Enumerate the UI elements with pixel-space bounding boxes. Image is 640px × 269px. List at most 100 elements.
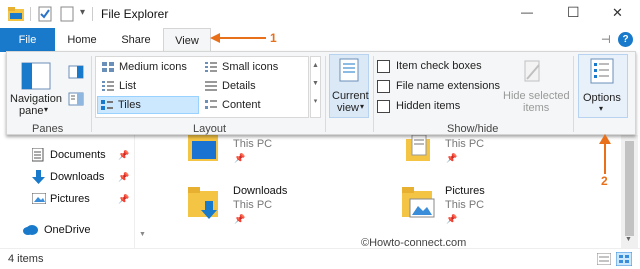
details-view-icon[interactable] — [597, 253, 611, 265]
layout-medium-icons[interactable]: Medium icons — [99, 59, 199, 75]
tab-file[interactable]: File — [0, 28, 55, 52]
panes-group-label: Panes — [32, 123, 64, 135]
navigation-pane: Documents 📌 Downloads 📌 Pictures 📌 OneDr… — [0, 135, 138, 248]
annotation-arrow-left-icon — [210, 33, 266, 43]
layout-group-label: Layout — [193, 123, 227, 135]
annotation-label-1: 1 — [270, 31, 277, 45]
downloads-icon — [32, 170, 45, 184]
file-name-extensions-checkbox[interactable] — [377, 80, 390, 93]
tile-location: This PC — [445, 138, 485, 150]
layout-list[interactable]: List — [99, 78, 199, 94]
layout-tiles[interactable]: Tiles — [97, 96, 199, 114]
new-folder-icon[interactable] — [60, 6, 74, 22]
folder-icon[interactable] — [8, 7, 24, 21]
current-view-icon — [339, 58, 359, 82]
tile-desktop[interactable] — [188, 135, 218, 163]
group-separator — [91, 56, 92, 132]
nav-item-onedrive[interactable]: OneDrive — [22, 220, 90, 240]
hidden-items-label[interactable]: Hidden items — [396, 100, 460, 112]
minimize-button[interactable]: — — [521, 5, 533, 19]
annotation-label-2: 2 — [601, 174, 608, 188]
navigation-pane-label-2[interactable]: pane — [19, 105, 43, 117]
navigation-pane-dropdown-icon[interactable]: ▾ — [44, 105, 48, 114]
hide-selected-items-icon — [524, 60, 540, 82]
details-pane-icon[interactable] — [68, 92, 84, 106]
small-icons-icon — [205, 62, 217, 72]
file-name-extensions-label[interactable]: File name extensions — [396, 80, 500, 92]
toolbar-divider — [92, 7, 93, 21]
hide-selected-items-label-2[interactable]: items — [523, 102, 549, 114]
desktop-folder-icon — [188, 135, 218, 161]
layout-content[interactable]: Content — [202, 97, 302, 113]
showhide-group-label: Show/hide — [447, 123, 499, 135]
group-separator — [573, 56, 574, 132]
pictures-icon — [32, 193, 46, 204]
status-bar: 4 items — [0, 248, 640, 269]
current-view-label-1: Current — [332, 90, 369, 102]
tile-downloads[interactable] — [188, 187, 222, 221]
layout-gallery-scroll[interactable]: ▲ ▼ ▾ — [310, 56, 321, 118]
title-bar: ▾ File Explorer — ☐ ✕ — [0, 0, 640, 28]
nav-item-downloads[interactable]: Downloads — [32, 167, 104, 187]
tile-documents[interactable] — [406, 134, 432, 163]
options-label: Options — [583, 92, 621, 104]
preview-pane-icon[interactable] — [68, 65, 84, 79]
pictures-folder-icon — [402, 187, 435, 218]
current-view-dropdown-icon: ▾ — [360, 102, 365, 111]
downloads-folder-icon — [188, 187, 218, 219]
details-icon — [205, 81, 217, 91]
item-check-boxes-label[interactable]: Item check boxes — [396, 60, 482, 72]
nav-item-documents[interactable]: Documents — [32, 145, 106, 165]
close-button[interactable]: ✕ — [612, 5, 623, 21]
file-content-area: This PC 📌 This PC 📌 Downloads This PC 📌 … — [146, 134, 621, 249]
tab-home[interactable]: Home — [57, 28, 107, 52]
large-icons-view-icon[interactable] — [616, 252, 632, 266]
expand-ribbon-icon[interactable]: ⊣ — [601, 33, 611, 46]
pin-icon[interactable]: 📌 — [234, 153, 245, 164]
content-icon — [205, 100, 217, 109]
tile-location: This PC — [233, 138, 273, 150]
group-separator — [325, 56, 326, 132]
pin-icon[interactable]: 📌 — [446, 153, 457, 164]
layout-details[interactable]: Details — [202, 78, 302, 94]
layout-content-label: Content — [222, 99, 261, 111]
pin-icon[interactable]: 📌 — [118, 172, 129, 183]
item-count: 4 items — [8, 253, 44, 265]
hidden-items-checkbox[interactable] — [377, 100, 390, 113]
scrollbar-thumb[interactable] — [625, 141, 634, 236]
documents-icon — [32, 148, 44, 162]
window-title: File Explorer — [101, 7, 169, 21]
documents-folder-icon — [406, 134, 430, 161]
help-icon[interactable]: ? — [618, 32, 633, 47]
layout-details-label: Details — [222, 80, 256, 92]
pin-icon[interactable]: 📌 — [118, 150, 129, 161]
navigation-pane-label-1[interactable]: Navigation — [10, 93, 62, 105]
customize-quick-access-icon[interactable]: ▾ — [80, 7, 85, 18]
layout-list-label: List — [119, 80, 137, 92]
scroll-down-icon[interactable]: ▼ — [139, 231, 146, 238]
scroll-down-icon[interactable]: ▼ — [625, 236, 632, 243]
hide-selected-items-label-1[interactable]: Hide selected — [503, 90, 570, 102]
pin-icon[interactable]: 📌 — [118, 194, 129, 205]
item-check-boxes-checkbox[interactable] — [377, 60, 390, 73]
options-icon — [590, 58, 614, 84]
pin-icon[interactable]: 📌 — [446, 214, 457, 225]
list-icon — [102, 81, 114, 91]
navigation-pane-icon — [21, 62, 51, 90]
toolbar-divider — [30, 7, 31, 21]
maximize-button[interactable]: ☐ — [567, 4, 580, 21]
properties-icon[interactable] — [38, 6, 52, 22]
current-view-label-2: view — [337, 102, 360, 114]
nav-item-pictures[interactable]: Pictures — [32, 189, 90, 209]
tab-share[interactable]: Share — [110, 28, 162, 52]
layout-medium-icons-label: Medium icons — [119, 61, 187, 73]
medium-icons-icon — [102, 62, 114, 72]
tiles-icon — [101, 100, 113, 110]
ribbon-tabs: File Home Share View 1 ⊣ ? — [0, 28, 640, 53]
layout-small-icons[interactable]: Small icons — [202, 59, 302, 75]
pin-icon[interactable]: 📌 — [234, 214, 245, 225]
tab-view[interactable]: View — [163, 28, 211, 53]
tile-pictures[interactable] — [402, 187, 436, 221]
tile-location: This PC — [445, 199, 485, 211]
content-scrollbar[interactable]: ▼ — [621, 135, 638, 248]
